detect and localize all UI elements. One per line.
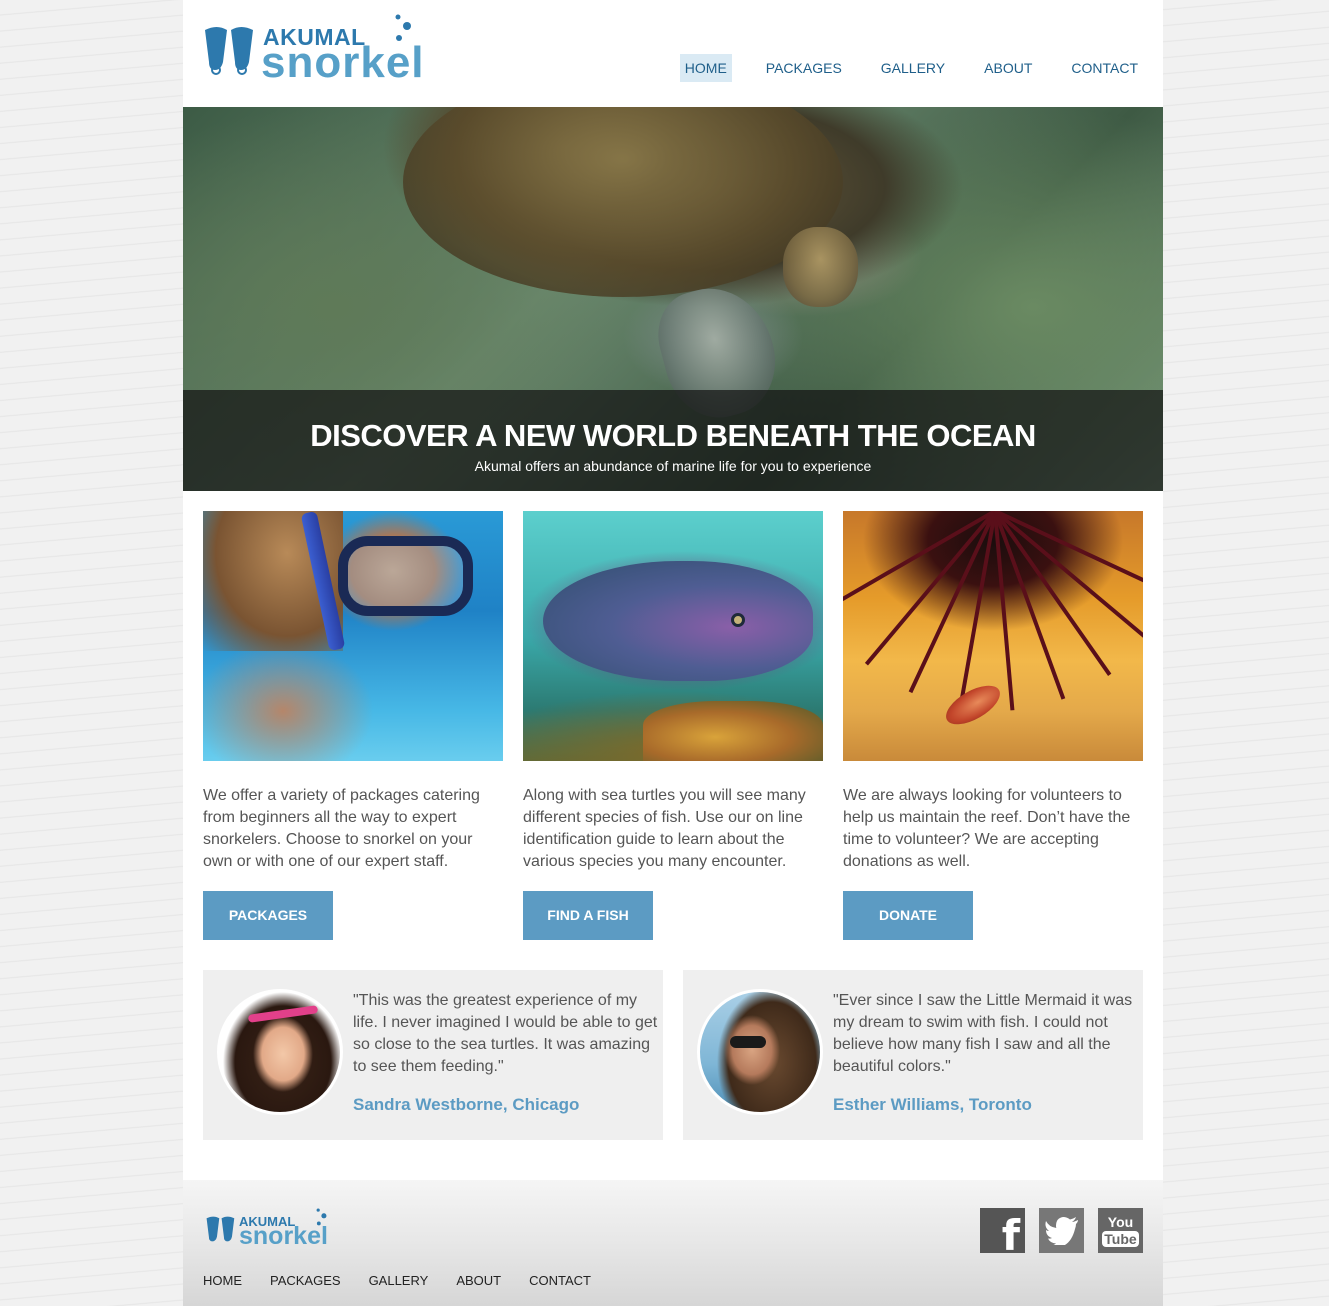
bubbles-icon: [316, 1208, 327, 1226]
hero-caption: DISCOVER A NEW WORLD BENEATH THE OCEAN A…: [183, 390, 1163, 491]
photo-detail: [543, 561, 813, 681]
testimonial-card: "Ever since I saw the Little Mermaid it …: [683, 970, 1143, 1140]
nav-home[interactable]: HOME: [679, 54, 732, 82]
nav-gallery[interactable]: GALLERY: [876, 54, 950, 82]
footer-logo[interactable]: AKUMAL snorkel: [205, 1208, 335, 1250]
page: AKUMAL snorkel HOME PACKAGES GALLERY ABO…: [183, 0, 1163, 1306]
nav-packages[interactable]: PACKAGES: [761, 54, 847, 82]
testimonial-author: Sandra Westborne, Chicago: [353, 1095, 580, 1114]
fins-icon: [205, 27, 253, 75]
testimonial-quote: "This was the greatest experience of my …: [353, 992, 658, 1075]
footer-nav-about[interactable]: ABOUT: [456, 1273, 501, 1288]
youtube-tube-label: Tube: [1102, 1231, 1139, 1247]
twitter-icon[interactable]: [1039, 1208, 1084, 1253]
nav-contact[interactable]: CONTACT: [1066, 54, 1143, 82]
site-logo[interactable]: AKUMAL snorkel: [203, 14, 424, 87]
donate-button[interactable]: DONATE: [843, 891, 973, 940]
feature-fish: Along with sea turtles you will see many…: [523, 511, 823, 940]
hero-banner: DISCOVER A NEW WORLD BENEATH THE OCEAN A…: [183, 107, 1163, 491]
twitter-bird-icon: [1044, 1216, 1078, 1245]
turtle-shell-image: [403, 107, 843, 297]
youtube-you-label: You: [1107, 1214, 1134, 1230]
testimonial-quote: "Ever since I saw the Little Mermaid it …: [833, 992, 1133, 1075]
footer-nav: HOME PACKAGES GALLERY ABOUT CONTACT: [203, 1273, 619, 1288]
photo-detail: [731, 613, 745, 627]
footer-nav-contact[interactable]: CONTACT: [529, 1273, 591, 1288]
turtle-head-image: [783, 227, 858, 307]
photo-detail: [643, 701, 823, 761]
nav-about[interactable]: ABOUT: [979, 54, 1037, 82]
packages-button[interactable]: PACKAGES: [203, 891, 333, 940]
fish-photo: [523, 511, 823, 761]
photo-detail: [338, 536, 473, 616]
photo-detail: [940, 677, 1006, 733]
feature-donate: We are always looking for volunteers to …: [843, 511, 1143, 940]
avatar: [217, 989, 343, 1115]
feature-text: We offer a variety of packages catering …: [203, 787, 480, 870]
hero-subtitle: Akumal offers an abundance of marine lif…: [474, 458, 872, 474]
footer-nav-home[interactable]: HOME: [203, 1273, 242, 1288]
feature-packages: We offer a variety of packages catering …: [203, 511, 503, 940]
photo-detail: [994, 511, 1143, 598]
bubbles-icon: [395, 14, 411, 41]
fins-icon: [206, 1216, 235, 1242]
feature-text: Along with sea turtles you will see many…: [523, 787, 806, 870]
youtube-icon[interactable]: You Tube: [1098, 1208, 1143, 1253]
testimonial-card: "This was the greatest experience of my …: [203, 970, 663, 1140]
feature-text: We are always looking for volunteers to …: [843, 787, 1131, 870]
photo-detail: [247, 1005, 319, 1023]
site-footer: AKUMAL snorkel f You Tube HOME PACKAGES: [183, 1180, 1163, 1306]
find-a-fish-button[interactable]: FIND A FISH: [523, 891, 653, 940]
site-header: AKUMAL snorkel HOME PACKAGES GALLERY ABO…: [183, 0, 1163, 107]
social-links: f You Tube: [966, 1208, 1143, 1260]
photo-detail: [730, 1036, 766, 1048]
urchin-photo: [843, 511, 1143, 761]
avatar: [697, 989, 823, 1115]
facebook-icon[interactable]: f: [980, 1208, 1025, 1260]
main-nav: HOME PACKAGES GALLERY ABOUT CONTACT: [651, 54, 1143, 82]
photo-detail: [908, 511, 997, 694]
footer-nav-gallery[interactable]: GALLERY: [369, 1273, 429, 1288]
testimonial-author: Esther Williams, Toronto: [833, 1095, 1032, 1114]
snorkeler-photo: [203, 511, 503, 761]
footer-nav-packages[interactable]: PACKAGES: [270, 1273, 341, 1288]
hero-title: DISCOVER A NEW WORLD BENEATH THE OCEAN: [310, 418, 1036, 453]
